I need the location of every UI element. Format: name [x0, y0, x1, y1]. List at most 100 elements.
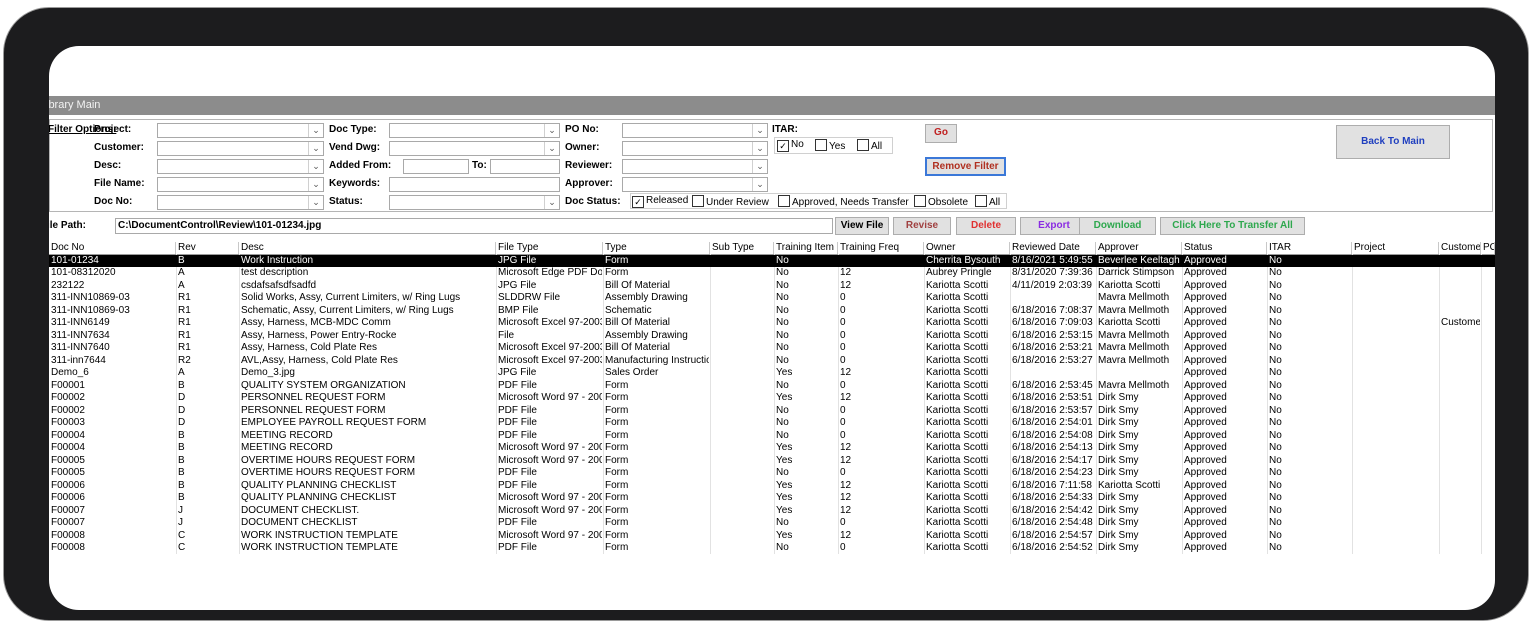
table-row[interactable]: 311-INN7640 R1 Assy, Harness, Cold Plate R… [49, 342, 1495, 355]
table-row[interactable]: 101-01234 B Work Instruction JPG File Form No… [49, 254, 1495, 267]
project-label: Project: [94, 124, 132, 135]
itar-yes-checkbox[interactable]: Yes [815, 139, 845, 152]
keywords-input[interactable] [389, 177, 560, 192]
column-header-project[interactable]: Project [1352, 242, 1439, 254]
cell-file-type: Microsoft Excel 97-2003 [498, 354, 602, 366]
table-row[interactable]: 311-INN6149 R1 Assy, Harness, MCB-MDC Comm… [49, 317, 1495, 330]
cell-rev: R1 [178, 329, 191, 341]
cell-rev: D [178, 417, 186, 428]
itar-no-checkbox[interactable]: ✓ No [777, 139, 804, 152]
vend-dwg-label: Vend Dwg: [329, 142, 381, 153]
doc-no-label: Doc No: [94, 196, 133, 207]
cell-training-freq: 0 [840, 467, 846, 478]
reviewer-label: Reviewer: [565, 160, 613, 171]
project-select[interactable]: ⌄ [157, 123, 324, 138]
table-row[interactable]: 311-inn7644 R2 AVL,Assy, Harness, Cold Pla… [49, 355, 1495, 368]
export-button[interactable]: Export [1020, 217, 1088, 235]
column-header-itar[interactable]: ITAR [1267, 242, 1352, 254]
view-file-button[interactable]: View File [835, 217, 889, 235]
itar-all-checkbox[interactable]: All [857, 139, 882, 152]
table-row[interactable]: 101-08312020 Atest description Microsoft E… [49, 267, 1495, 280]
column-header-owner[interactable]: Owner [924, 242, 1010, 254]
doc-no-select[interactable]: ⌄ [157, 195, 324, 210]
remove-filter-button[interactable]: Remove Filter [925, 157, 1006, 176]
table-row[interactable]: F00002 D PERSONNEL REQUEST FORM PDF File For… [49, 405, 1495, 418]
table-row[interactable]: F00002 D PERSONNEL REQUEST FORM Microsoft W… [49, 392, 1495, 405]
cell-reviewed-date: 6/18/2016 2:54:52 [1012, 542, 1093, 553]
desc-select[interactable]: ⌄ [157, 159, 324, 174]
back-to-main-button[interactable]: Back To Main [1336, 125, 1450, 159]
table-row[interactable]: F00004 B MEETING RECORD Microsoft Word 97 -… [49, 442, 1495, 455]
table-row[interactable]: Demo_6 A Demo_3.jpg JPG File Sales Order Yes 1… [49, 367, 1495, 380]
table-row[interactable]: F00007 J DOCUMENT CHECKLIST. Microsoft Word… [49, 505, 1495, 518]
cell-owner: Kariotta Scotti [926, 442, 989, 453]
column-header-status[interactable]: Status [1182, 242, 1267, 254]
cell-training-item: No [776, 304, 789, 316]
table-row[interactable]: 311-INN7634 R1 Assy, Harness, Power Entry-… [49, 330, 1495, 343]
cell-doc-no: F00008 [51, 542, 85, 553]
column-header-file-type[interactable]: File Type [496, 242, 603, 254]
revise-button[interactable]: Revise [893, 217, 951, 235]
cell-doc-no: 101-01234 [51, 254, 99, 266]
column-header-po[interactable]: PO [1481, 242, 1495, 254]
cell-training-freq: 0 [840, 517, 846, 528]
owner-select[interactable]: ⌄ [622, 141, 768, 156]
download-button[interactable]: Download [1079, 217, 1156, 235]
table-row[interactable]: F00005 B OVERTIME HOURS REQUEST FORM PDF Fi… [49, 467, 1495, 480]
column-header-approver[interactable]: Approver [1096, 242, 1182, 254]
cell-approver: Mavra Mellmoth [1098, 292, 1170, 303]
column-header-training-freq[interactable]: Training Freq [838, 242, 924, 254]
table-row[interactable]: F00008 C WORK INSTRUCTION TEMPLATE Microsof… [49, 530, 1495, 543]
table-row[interactable]: F00006 B QUALITY PLANNING CHECKLIST PDF Fil… [49, 480, 1495, 493]
column-header-doc-no[interactable]: Doc No [49, 242, 176, 254]
cell-training-item: No [776, 267, 789, 278]
column-header-desc[interactable]: Desc [239, 242, 496, 254]
cell-rev: B [178, 479, 185, 491]
cell-type: Sales Order [605, 367, 659, 378]
customer-select[interactable]: ⌄ [157, 141, 324, 156]
cell-owner: Cherrita Bysouth [926, 254, 1001, 266]
column-header-training-item[interactable]: Training Item [774, 242, 838, 254]
cell-file-type: Microsoft Excel 97-2003 [498, 317, 602, 328]
cell-status: Approved [1184, 392, 1227, 403]
table-row[interactable]: F00008 C WORK INSTRUCTION TEMPLATE PDF File… [49, 542, 1495, 555]
status-select[interactable]: ⌄ [389, 195, 560, 210]
cell-owner: Kariotta Scotti [926, 517, 989, 528]
column-header-customer[interactable]: Customer [1439, 242, 1481, 254]
table-row[interactable]: F00003 D EMPLOYEE PAYROLL REQUEST FORM PDF … [49, 417, 1495, 430]
added-to-input[interactable] [490, 159, 560, 174]
cell-status: Approved [1184, 317, 1227, 328]
cell-doc-no: 311-INN10869-03 [51, 304, 130, 316]
table-row[interactable]: 311-INN10869-03 R1 Schematic, Assy, Curren… [49, 305, 1495, 318]
approver-select[interactable]: ⌄ [622, 177, 768, 192]
documents-grid[interactable]: Doc No Rev Desc File Type Type Sub Type Traini… [49, 242, 1495, 572]
table-row[interactable]: F00006 B QUALITY PLANNING CHECKLIST Microso… [49, 492, 1495, 505]
file-path-field[interactable]: C:\DocumentControl\Review\101-01234.jpg [115, 218, 833, 234]
column-header-type[interactable]: Type [603, 242, 710, 254]
table-row[interactable]: 232122 Acsdafsafsdfsadfd JPG File Bill Of M… [49, 280, 1495, 293]
cell-desc: WORK INSTRUCTION TEMPLATE [241, 542, 398, 553]
table-row[interactable]: 311-INN10869-03 R1 Solid Works, Assy, Curr… [49, 292, 1495, 305]
cell-desc: WORK INSTRUCTION TEMPLATE [241, 529, 398, 541]
vend-dwg-select[interactable]: ⌄ [389, 141, 560, 156]
customer-label: Customer: [94, 142, 145, 153]
file-path-row: ile Path: C:\DocumentControl\Review\101-… [49, 217, 1495, 238]
column-header-rev[interactable]: Rev [176, 242, 239, 254]
doc-type-select[interactable]: ⌄ [389, 123, 560, 138]
cell-rev: B [178, 442, 185, 453]
go-button[interactable]: Go [925, 124, 957, 143]
column-header-sub-type[interactable]: Sub Type [710, 242, 774, 254]
added-from-input[interactable] [403, 159, 469, 174]
delete-button[interactable]: Delete [956, 217, 1016, 235]
table-row[interactable]: F00007 J DOCUMENT CHECKLIST PDF File Form No 0… [49, 517, 1495, 530]
cell-status: Approved [1184, 367, 1227, 378]
table-row[interactable]: F00005 B OVERTIME HOURS REQUEST FORM Micros… [49, 455, 1495, 468]
table-row[interactable]: F00001 B QUALITY SYSTEM ORGANIZATION PDF Fi… [49, 380, 1495, 393]
file-name-select[interactable]: ⌄ [157, 177, 324, 192]
cell-approver: Dirk Smy [1098, 392, 1139, 403]
table-row[interactable]: F00004 B MEETING RECORD PDF File Form No 0 Kari… [49, 430, 1495, 443]
reviewer-select[interactable]: ⌄ [622, 159, 768, 174]
column-header-reviewed-date[interactable]: Reviewed Date [1010, 242, 1096, 254]
transfer-all-button[interactable]: Click Here To Transfer All [1160, 217, 1305, 235]
po-no-select[interactable]: ⌄ [622, 123, 768, 138]
